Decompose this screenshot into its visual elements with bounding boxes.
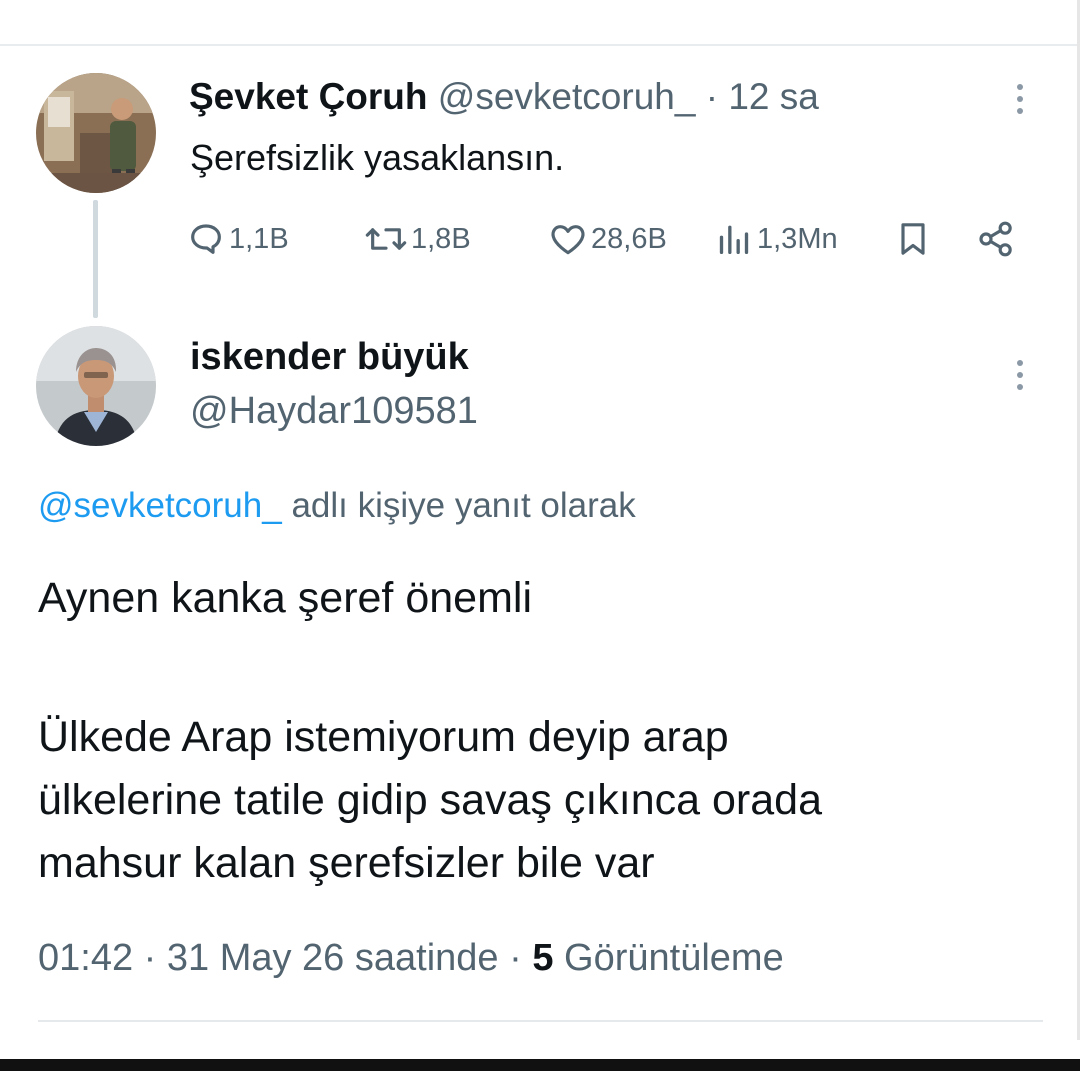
bookmark-icon [901,223,925,255]
like-button[interactable]: 28,6B [548,214,667,264]
separator-dot: · [705,76,719,117]
reply-author-name[interactable]: iskender büyük [190,333,469,381]
reply-button[interactable]: 1,1B [186,214,289,264]
reply-paragraph: Ülkede Arap istemiyorum deyip arap ülkel… [38,713,822,887]
bottom-bar [0,1059,1080,1071]
like-count: 28,6B [591,222,667,255]
bookmark-button[interactable] [893,214,933,264]
replying-to-text: adlı kişiye yanıt olarak [291,486,636,525]
avatar[interactable] [36,326,156,446]
views-count: 5 [532,937,554,979]
retweet-button[interactable]: 1,8B [364,214,471,264]
share-button[interactable] [976,214,1016,264]
views-button[interactable]: 1,3Mn [714,214,838,264]
bar-chart-icon [719,225,749,254]
author-name[interactable]: Şevket Çoruh [189,76,428,117]
reply-text: Aynen kanka şeref önemli Ülkede Arap ist… [38,567,1058,895]
bottom-divider [38,1020,1043,1022]
tweet-text: Şerefsizlik yasaklansın. [190,137,565,178]
views-count: 1,3Mn [757,222,838,255]
retweet-arrows-icon [365,228,407,250]
retweet-count: 1,8B [411,222,471,255]
replying-to-mention[interactable]: @sevketcoruh_ [38,486,282,525]
share-icon [979,221,1012,257]
more-options-icon[interactable] [1000,350,1040,400]
thread-connector-line [93,200,98,318]
avatar[interactable] [36,73,156,193]
views-label: Görüntüleme [564,937,784,979]
reply-count: 1,1B [229,222,289,255]
reply-bubble-icon [191,224,221,254]
replying-to: @sevketcoruh_ adlı kişiye yanıt olarak [38,482,636,530]
user-photo-avatar-icon [36,73,156,193]
top-divider [0,44,1080,46]
user-photo-avatar-icon [36,326,156,446]
reply-paragraph: Aynen kanka şeref önemli [38,574,532,622]
action-bar: 1,1B 1,8B 28,6B 1,3Mn [186,214,1026,264]
reply-author-handle[interactable]: @Haydar109581 [190,387,478,435]
tweet-header: Şevket Çoruh @sevketcoruh_ · 12 sa [189,74,819,120]
tweet-footer: 01:42 · 31 May 26 saatinde · 5 Görüntüle… [38,932,784,984]
heart-icon [551,225,585,255]
tweet-time[interactable]: 12 sa [728,76,819,117]
author-handle[interactable]: @sevketcoruh_ [438,76,696,117]
separator-dot: · [509,937,522,979]
separator-dot: · [143,937,157,979]
more-options-icon[interactable] [1000,74,1040,124]
date[interactable]: 31 May 26 saatinde [167,937,499,979]
timestamp[interactable]: 01:42 [38,937,133,979]
